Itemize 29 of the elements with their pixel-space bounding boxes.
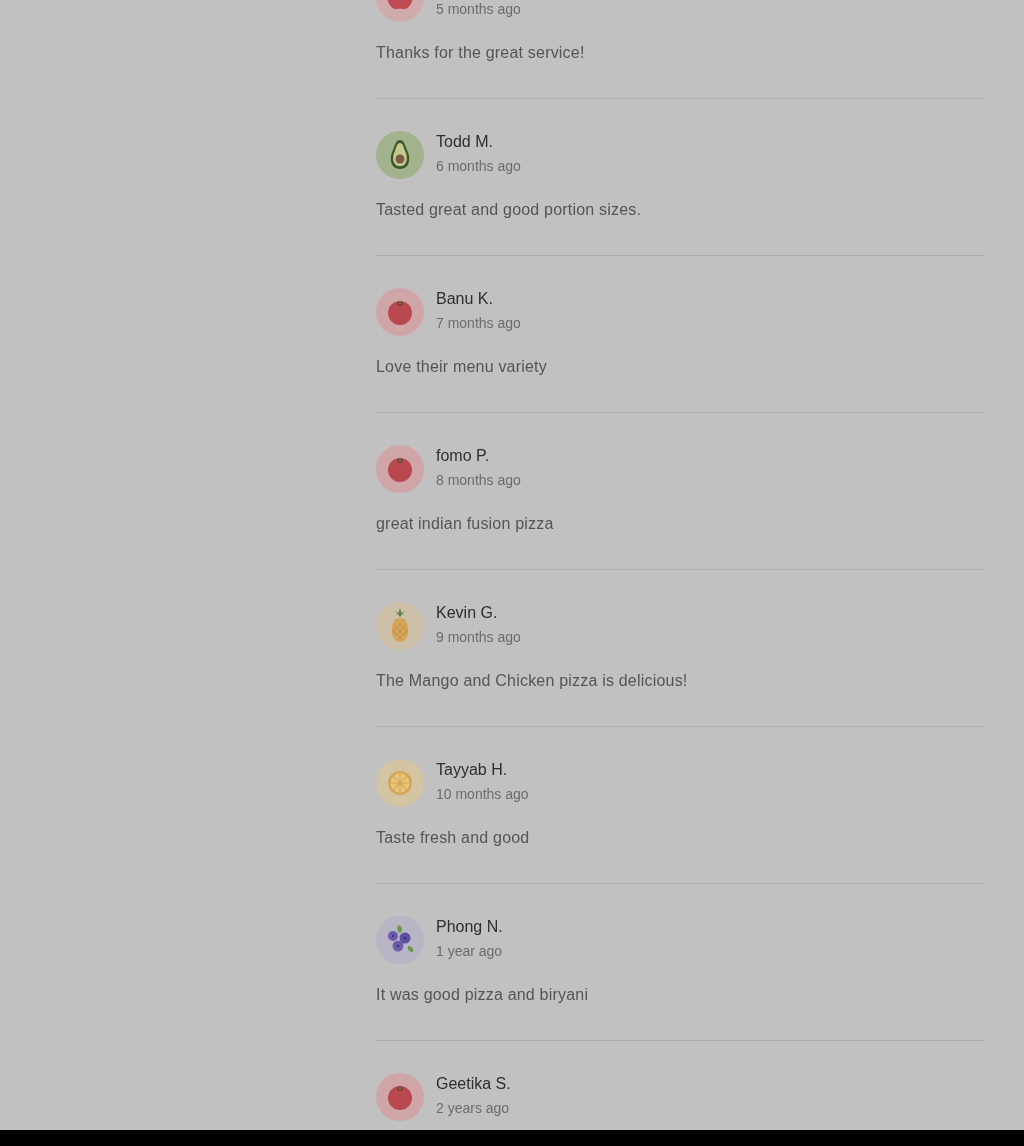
review-text: Taste fresh and good (376, 828, 531, 848)
tomato-icon (376, 288, 424, 336)
reviewer-name: Tayyab H. (436, 760, 509, 780)
reviewer-name: Geetika S. (436, 1074, 511, 1094)
review-text: The Mango and Chicken pizza is delicious! (376, 671, 689, 691)
review-text: Love their menu variety (376, 357, 548, 377)
reviewer-name: Kevin G. (436, 603, 499, 623)
review-time: 2 years ago (436, 1099, 511, 1117)
pineapple-icon (376, 602, 424, 650)
tomato-icon (376, 445, 424, 493)
review-time: 5 months ago (436, 0, 521, 18)
reviewer-name: Banu K. (436, 289, 494, 309)
review-time: 10 months ago (436, 785, 529, 803)
review-time: 9 months ago (436, 628, 521, 646)
review-text: Thanks for the great service! (376, 43, 586, 63)
review-text: great indian fusion pizza (376, 514, 555, 534)
lemon-slice-icon (376, 759, 424, 807)
reviewer-name: fomo P. (436, 446, 491, 466)
reviewer-name: Phong N. (436, 917, 503, 937)
review-time: 6 months ago (436, 157, 521, 175)
reviewer-name: Todd M. (436, 132, 494, 152)
blueberries-icon (376, 916, 424, 964)
review-time: 1 year ago (436, 942, 503, 960)
review-time: 7 months ago (436, 314, 521, 332)
tomato-icon (376, 1073, 424, 1121)
review-time: 8 months ago (436, 471, 521, 489)
review-text: Tasted great and good portion sizes. (376, 200, 643, 220)
avocado-icon (376, 131, 424, 179)
review-text: It was good pizza and biryani (376, 985, 590, 1005)
